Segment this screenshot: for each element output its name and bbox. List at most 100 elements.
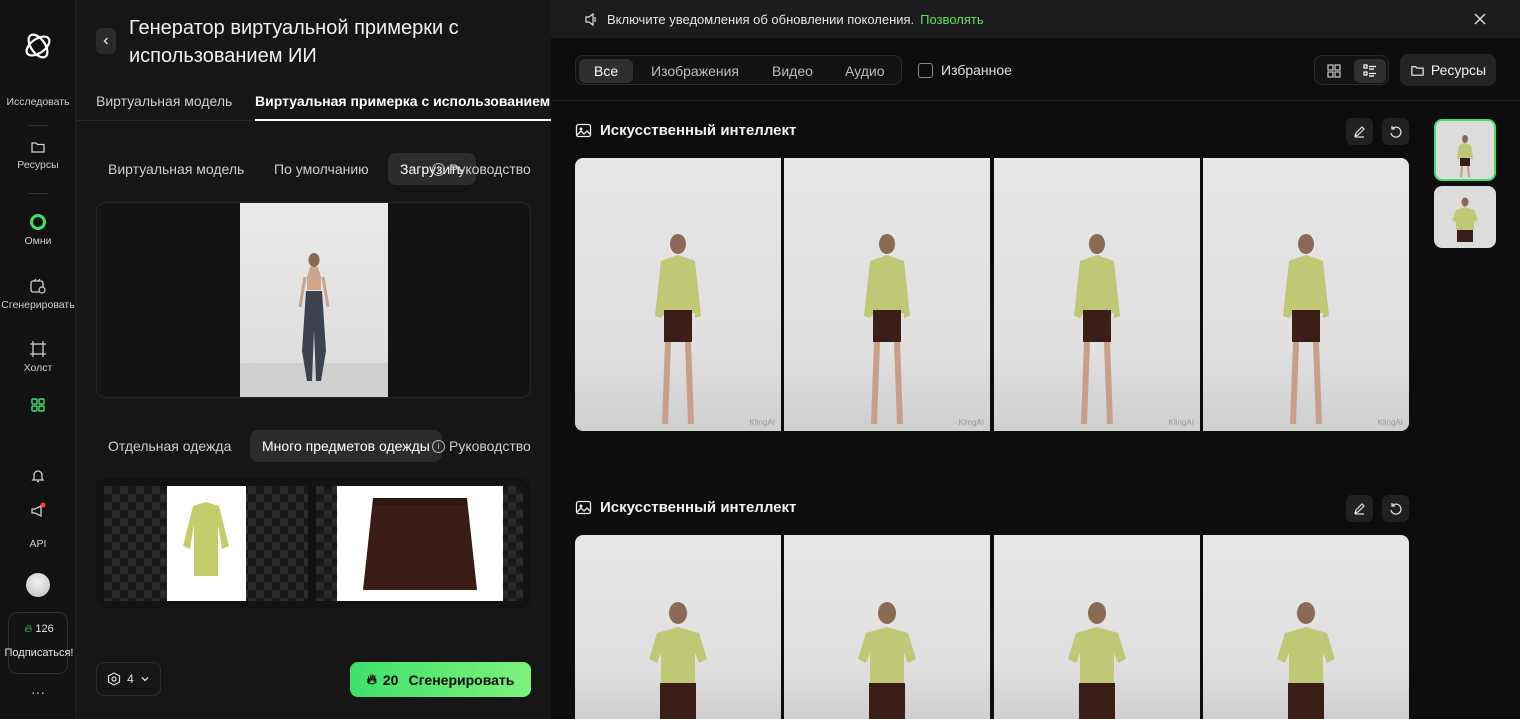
result-group-title: Искусственный интеллект bbox=[600, 499, 797, 516]
generate-button[interactable]: 🔥︎ 20 Сгенерировать bbox=[350, 662, 531, 697]
notification-allow-link[interactable]: Позволять bbox=[920, 12, 983, 27]
result-image[interactable] bbox=[575, 535, 781, 719]
back-button[interactable] bbox=[96, 28, 116, 54]
result-group-header: Искусственный интеллект bbox=[575, 499, 796, 516]
generate-cost: 20 bbox=[382, 671, 399, 688]
credits-value: 126 bbox=[35, 623, 54, 635]
chevron-down-icon bbox=[141, 677, 149, 682]
credits-subscribe-button[interactable]: 🔥︎ 126 Подписаться! bbox=[5, 612, 73, 674]
sidebar-item-label: Омни bbox=[24, 235, 52, 247]
notifications-button[interactable] bbox=[0, 468, 76, 488]
favorites-filter[interactable]: Избранное bbox=[918, 62, 1012, 78]
single-garment-option[interactable]: Отдельная одежда bbox=[108, 430, 231, 462]
guide-label: Руководство bbox=[449, 161, 531, 177]
result-thumbnail-active[interactable] bbox=[1434, 119, 1496, 181]
close-icon[interactable] bbox=[1473, 12, 1487, 26]
result-group-title: Искусственный интеллект bbox=[600, 122, 797, 139]
sidebar-divider bbox=[28, 193, 48, 194]
result-image[interactable]: KlingAI bbox=[784, 158, 990, 431]
multi-garment-option[interactable]: Много предметов одежды bbox=[250, 430, 442, 462]
omni-icon bbox=[30, 214, 46, 230]
filter-tab-all[interactable]: Все bbox=[579, 59, 634, 83]
refresh-icon bbox=[1389, 502, 1402, 515]
regenerate-button[interactable] bbox=[1382, 495, 1409, 522]
more-button[interactable]: ··· bbox=[0, 684, 76, 700]
grid-view-button[interactable] bbox=[1318, 59, 1350, 83]
media-filter-tabs: Все Изображения Видео Аудио bbox=[575, 55, 902, 85]
list-view-button[interactable] bbox=[1354, 59, 1386, 83]
regenerate-button[interactable] bbox=[1382, 118, 1409, 145]
credit-flame-icon: 🔥︎ bbox=[24, 623, 33, 635]
sidebar: Исследовать Ресурсы Омни Сгенерировать Х… bbox=[0, 0, 76, 719]
result-image[interactable] bbox=[784, 535, 990, 719]
tryon-figure-image bbox=[1277, 602, 1335, 719]
model-preview[interactable] bbox=[96, 202, 531, 398]
megaphone-icon bbox=[31, 502, 46, 518]
model-guide-link[interactable]: i Руководство bbox=[432, 153, 531, 185]
subscribe-label: Подписаться! bbox=[4, 647, 74, 659]
announcements-button[interactable] bbox=[0, 502, 76, 524]
result-thumbnail[interactable] bbox=[1434, 186, 1496, 248]
favorites-label: Избранное bbox=[941, 62, 1012, 78]
garments-area[interactable] bbox=[96, 478, 531, 608]
pencil-icon bbox=[1354, 503, 1365, 515]
edit-button[interactable] bbox=[1346, 495, 1373, 522]
tryon-figure-image bbox=[1074, 234, 1120, 425]
active-tab-indicator bbox=[255, 119, 551, 121]
guide-label: Руководство bbox=[449, 438, 531, 454]
folder-icon bbox=[31, 142, 45, 153]
sidebar-item-canvas[interactable]: Холст bbox=[0, 340, 76, 374]
folder-icon bbox=[1411, 65, 1424, 76]
resources-button[interactable]: Ресурсы bbox=[1400, 54, 1496, 86]
clothing-guide-link[interactable]: i Руководство bbox=[432, 430, 531, 462]
tryon-figure-image bbox=[1283, 234, 1329, 425]
image-icon bbox=[575, 123, 592, 138]
tab-virtual-tryon[interactable]: Виртуальная примерка с использованием bbox=[255, 93, 551, 109]
watermark: KlingAI bbox=[958, 418, 984, 427]
tryon-figure-image bbox=[858, 602, 916, 719]
tab-virtual-model[interactable]: Виртуальная модель bbox=[96, 93, 232, 109]
watermark: KlingAI bbox=[1377, 418, 1403, 427]
model-section-label: Виртуальная модель bbox=[108, 161, 245, 177]
refresh-icon bbox=[1389, 125, 1402, 138]
generate-label: Сгенерировать bbox=[408, 671, 515, 688]
output-count-select[interactable]: 4 bbox=[96, 662, 161, 696]
edit-button[interactable] bbox=[1346, 118, 1373, 145]
filter-tab-video[interactable]: Видео bbox=[772, 59, 813, 83]
sidebar-item-generate[interactable]: Сгенерировать bbox=[0, 277, 76, 311]
sidebar-item-api[interactable]: API bbox=[0, 538, 76, 550]
filter-tab-images[interactable]: Изображения bbox=[651, 59, 739, 83]
app-logo[interactable] bbox=[22, 30, 54, 62]
tryon-figure-image bbox=[655, 234, 701, 425]
thumbnail-image bbox=[1452, 197, 1478, 242]
result-image[interactable]: KlingAI bbox=[994, 158, 1200, 431]
list-icon bbox=[1363, 64, 1376, 77]
sidebar-item-explore[interactable]: Исследовать bbox=[0, 96, 76, 108]
result-image[interactable] bbox=[1203, 535, 1409, 719]
favorites-checkbox[interactable] bbox=[918, 62, 933, 78]
avatar[interactable] bbox=[26, 573, 50, 597]
bell-icon bbox=[31, 470, 45, 483]
sidebar-item-omni[interactable]: Омни bbox=[0, 213, 76, 247]
grid-icon bbox=[1327, 64, 1341, 78]
result-group-header: Искусственный интеллект bbox=[575, 122, 796, 139]
info-icon: i bbox=[432, 439, 445, 453]
chevron-left-icon bbox=[103, 37, 108, 45]
model-default-option[interactable]: По умолчанию bbox=[274, 153, 369, 185]
result-image[interactable]: KlingAI bbox=[1203, 158, 1409, 431]
speaker-icon bbox=[585, 12, 596, 26]
notification-bar: Включите уведомления об обновлении покол… bbox=[551, 0, 1520, 38]
model-figure-image bbox=[240, 253, 388, 397]
skirt-image bbox=[337, 486, 503, 601]
sidebar-item-label: Исследовать bbox=[6, 96, 70, 108]
filter-tab-audio[interactable]: Аудио bbox=[845, 59, 885, 83]
sidebar-item-apps[interactable] bbox=[0, 397, 76, 417]
model-photo bbox=[240, 203, 388, 397]
credits-count: 🔥︎ 126 bbox=[9, 623, 69, 636]
api-label: API bbox=[29, 538, 47, 550]
tryon-figure-image bbox=[649, 602, 707, 719]
sidebar-item-resources[interactable]: Ресурсы bbox=[0, 139, 76, 171]
result-image[interactable]: KlingAI bbox=[575, 158, 781, 431]
result-image[interactable] bbox=[994, 535, 1200, 719]
watermark: KlingAI bbox=[1168, 418, 1194, 427]
